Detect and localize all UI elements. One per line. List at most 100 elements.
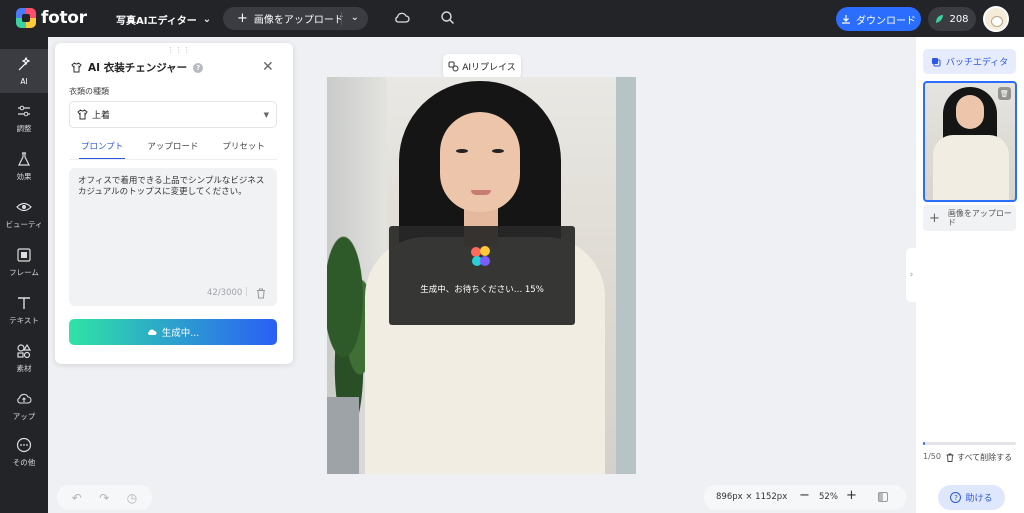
image-count-progress [923,442,1016,445]
upload-image-label: 画像をアップロード [253,15,344,26]
progress-fill [923,442,925,445]
image-count: 1/50 [923,452,941,461]
sidebar-item-label: AI [20,76,28,86]
clothing-type-select[interactable]: 上着 ▼ [69,101,277,128]
divider: | [245,287,249,297]
prompt-tabs: プロンプト アップロード プリセット [69,140,277,160]
beauty-eye-icon [16,202,32,211]
top-bar: fotor 写真AIエディター ⌄ + 画像をアップロード ⌄ ダウンロード 2… [0,0,1024,37]
photo-face [440,112,520,212]
adjust-sliders-icon [18,105,30,116]
fotor-logo-icon [16,8,36,28]
generate-button[interactable]: 生成中... [69,319,277,345]
history-icon[interactable]: ◷ [127,491,137,505]
thumb-face [956,95,984,129]
sidebar-item-upload[interactable]: アップ [0,384,48,428]
ai-outfit-changer-panel: ⋮⋮⋮ AI 衣装チェンジャー ? ✕ 衣類の種類 上着 ▼ プロンプト アップ… [55,43,293,364]
ai-replace-button[interactable]: AIリプレイス [443,54,521,79]
loading-dots-icon [471,246,493,268]
delete-all-label: すべて削除する [957,453,1013,462]
divider [69,159,277,160]
cloud-icon[interactable] [394,11,410,25]
frame-icon [17,247,31,262]
generation-progress-overlay: 生成中、お待ちください… 15% [389,226,575,325]
sidebar-item-more[interactable]: その他 [0,430,48,474]
trash-icon[interactable]: 🗑 [998,87,1011,100]
chevron-down-icon[interactable]: ⌄ [351,12,359,23]
zoom-controls: 896px × 1152px − 52% + [704,485,906,510]
sidebar-item-text[interactable]: テキスト [0,288,48,332]
sidebar-item-label: 調整 [16,123,32,133]
sidebar-item-elements[interactable]: 素材 [0,336,48,380]
fotor-logo[interactable]: fotor [16,8,87,28]
zoom-out-icon[interactable]: − [799,488,810,503]
plus-icon: + [929,210,940,226]
sidebar-item-label: フレーム [9,267,39,277]
panel-title: AI 衣装チェンジャー ? [71,60,204,75]
char-counter: 42/3000 [207,288,243,298]
image-thumbnail[interactable]: 🗑 [923,81,1017,202]
download-button[interactable]: ダウンロード [836,7,921,31]
layers-icon [931,57,941,66]
add-image-label: 画像をアップロード [947,209,1012,227]
sidebar-item-beauty[interactable]: ビューティ [0,192,48,236]
photo-eye [456,149,468,153]
credits-badge[interactable]: 208 [928,7,976,31]
zoom-in-icon[interactable]: + [846,488,857,503]
add-image-button[interactable]: + 画像をアップロード [923,205,1016,231]
help-button[interactable]: ? 助ける [938,485,1005,510]
shirt-icon [77,109,88,120]
sidebar-item-frame[interactable]: フレーム [0,240,48,284]
logo-text: fotor [41,8,87,28]
trash-icon[interactable] [256,288,266,299]
upload-image-button[interactable]: + 画像をアップロード ⌄ [223,7,368,30]
sidebar-item-adjust[interactable]: 調整 [0,96,48,140]
editor-menu[interactable]: 写真AIエディター ⌄ [116,12,211,27]
effects-flask-icon [18,151,30,166]
zoom-level[interactable]: 52% [819,492,838,502]
leaf-icon [936,15,944,23]
shirt-icon [71,62,82,73]
compare-icon[interactable] [878,492,888,502]
image-dimensions: 896px × 1152px [716,492,788,502]
tab-preset[interactable]: プリセット [222,140,265,160]
replace-icon [448,61,459,72]
left-sidebar: AI 調整 効果 ビューティ フレーム テキスト 素材 アップ その他 [0,37,48,513]
batch-editor-button[interactable]: バッチエディタ [923,49,1016,74]
close-icon[interactable]: ✕ [262,59,274,75]
ai-sparkle-icon [18,56,31,70]
sidebar-item-ai[interactable]: AI [0,49,48,93]
photo-pot [327,397,359,474]
sidebar-item-effects[interactable]: 効果 [0,144,48,188]
trash-icon [946,453,954,462]
loading-text: 生成中、お待ちください… 15% [420,285,544,295]
upload-cloud-icon [17,393,32,404]
help-icon[interactable]: ? [193,62,204,73]
search-icon[interactable] [440,10,455,25]
delete-all-button[interactable]: すべて削除する [946,452,1012,463]
prompt-textarea[interactable]: オフィスで着用できる上品でシンプルなビジネスカジュアルのトップスに変更してくださ… [69,168,277,306]
undo-icon[interactable]: ↶ [72,491,82,505]
sidebar-item-label: テキスト [9,315,39,325]
more-icon [16,437,32,452]
avatar[interactable] [983,6,1009,32]
clothing-type-value: 上着 [92,111,111,121]
redo-icon[interactable]: ↷ [99,491,109,505]
sidebar-item-label: 効果 [16,171,32,181]
elements-shapes-icon [17,343,32,358]
photo-eye [492,149,504,153]
text-icon [18,296,30,309]
sidebar-item-label: ビューティ [5,219,43,229]
history-controls: ↶ ↷ ◷ [57,485,152,510]
sidebar-item-label: アップ [12,411,36,421]
help-label: 助ける [965,494,993,504]
tab-upload[interactable]: アップロード [147,140,198,160]
tab-prompt[interactable]: プロンプト [79,140,126,160]
drag-handle-icon[interactable]: ⋮⋮⋮ [167,46,191,54]
question-icon: ? [950,492,962,503]
chevron-down-icon: ▼ [263,110,269,119]
chevron-down-icon: ⌄ [202,14,212,25]
thumb-sweater [933,135,1009,200]
panel-title-text: AI 衣装チェンジャー [88,62,188,74]
clothing-type-label: 衣類の種類 [69,87,109,96]
